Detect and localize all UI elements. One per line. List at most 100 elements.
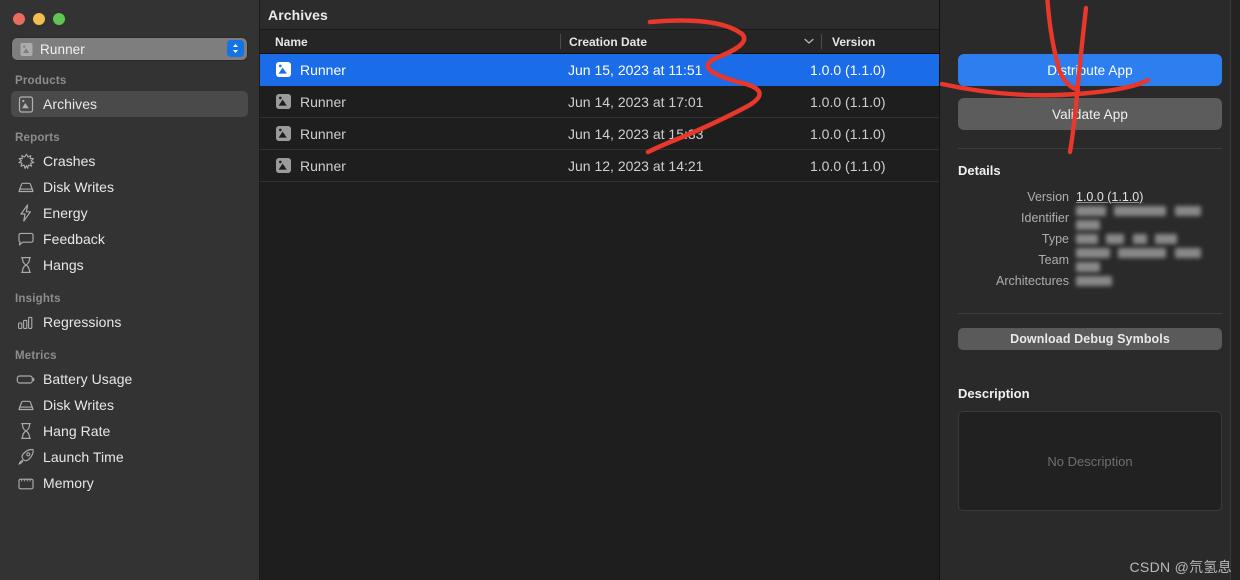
table-row[interactable]: Runner Jun 14, 2023 at 17:01 1.0.0 (1.1.…: [260, 86, 939, 118]
redaction-block: [1114, 206, 1167, 217]
battery-icon: [16, 370, 36, 388]
sidebar-item-label: Energy: [43, 205, 88, 221]
chevron-down-icon[interactable]: [801, 38, 817, 45]
inspector-panel: Distribute App Validate App Details Vers…: [940, 0, 1240, 580]
archive-document-icon: [275, 157, 292, 174]
window-traffic-lights: [0, 0, 259, 30]
sidebar-group-title-products: Products: [15, 75, 67, 87]
page-title: Archives: [268, 6, 328, 23]
memory-chip-icon: [16, 474, 36, 492]
cell-name: Runner: [260, 61, 560, 78]
archives-pane: Archives Name Creation Date Version Runn…: [260, 0, 940, 580]
table-row[interactable]: Runner Jun 12, 2023 at 14:21 1.0.0 (1.1.…: [260, 150, 939, 182]
archive-document-icon: [275, 93, 292, 110]
sidebar-item-feedback[interactable]: Feedback: [11, 226, 248, 252]
detail-key: Type: [1041, 231, 1069, 246]
cell-creation-date: Jun 14, 2023 at 15:33: [568, 125, 704, 142]
sidebar-item-label: Regressions: [43, 314, 122, 330]
sidebar-group-title-reports: Reports: [15, 132, 60, 144]
disk-icon: [16, 178, 36, 196]
description-placeholder: No Description: [1047, 453, 1133, 469]
redaction-block: [1076, 262, 1100, 273]
detail-key: Architectures: [996, 273, 1069, 288]
detail-key: Version: [1027, 189, 1069, 204]
sidebar-item-label: Launch Time: [43, 449, 124, 465]
details-list: Version 1.0.0 (1.1.0) Identifier Type Te…: [958, 186, 1222, 291]
updown-chevron-icon[interactable]: [227, 40, 244, 57]
column-header-creation-date[interactable]: Creation Date: [561, 30, 801, 54]
detail-key: Identifier: [1021, 210, 1069, 225]
description-textarea[interactable]: No Description: [958, 411, 1222, 511]
sidebar-item-energy[interactable]: Energy: [11, 200, 248, 226]
sidebar-item-label: Disk Writes: [43, 397, 115, 413]
table-row[interactable]: Runner Jun 14, 2023 at 15:33 1.0.0 (1.1.…: [260, 118, 939, 150]
sidebar-item-regressions[interactable]: Regressions: [11, 309, 248, 335]
sidebar-item-hang-rate[interactable]: Hang Rate: [11, 418, 248, 444]
redaction-block: [1076, 220, 1100, 231]
detail-value-redacted: [1076, 204, 1222, 232]
archive-name: Runner: [300, 93, 346, 110]
column-header-version[interactable]: Version: [822, 30, 939, 54]
description-heading: Description: [958, 386, 1030, 401]
sidebar-item-archives[interactable]: Archives: [11, 91, 248, 117]
cell-name: Runner: [260, 157, 560, 174]
detail-value[interactable]: 1.0.0 (1.1.0): [1076, 190, 1143, 204]
sidebar-item-disk-writes-metric[interactable]: Disk Writes: [11, 392, 248, 418]
detail-value-redacted: [1076, 274, 1117, 288]
column-header-name[interactable]: Name: [260, 30, 560, 54]
sidebar-item-crashes[interactable]: Crashes: [11, 148, 248, 174]
redaction-block: [1174, 206, 1201, 217]
archive-document-icon: [275, 125, 292, 142]
cell-creation-date: Jun 15, 2023 at 11:51: [568, 61, 703, 78]
redaction-block: [1155, 234, 1178, 245]
sidebar-item-label: Memory: [43, 475, 94, 491]
sidebar: Runner Products Archives Reports Crashes…: [0, 0, 260, 580]
detail-value-redacted: [1076, 232, 1182, 246]
sidebar-item-battery-usage[interactable]: Battery Usage: [11, 366, 248, 392]
sidebar-item-disk-writes-report[interactable]: Disk Writes: [11, 174, 248, 200]
column-header-label: Name: [275, 34, 308, 49]
sidebar-item-memory[interactable]: Memory: [11, 470, 248, 496]
divider: [958, 313, 1222, 314]
sidebar-item-label: Hangs: [43, 257, 84, 273]
archive-document-icon: [16, 95, 36, 113]
redaction-block: [1076, 234, 1098, 245]
scheme-popup-button[interactable]: Runner: [12, 38, 247, 60]
archive-document-icon: [19, 42, 34, 57]
sidebar-item-label: Feedback: [43, 231, 105, 247]
pane-titlebar: Archives: [260, 0, 939, 30]
close-button[interactable]: [13, 12, 25, 25]
zoom-button[interactable]: [53, 12, 65, 25]
hourglass-icon: [16, 422, 36, 440]
sidebar-item-hangs[interactable]: Hangs: [11, 252, 248, 278]
table-row[interactable]: Runner Jun 15, 2023 at 11:51 1.0.0 (1.1.…: [260, 54, 939, 86]
sidebar-item-label: Crashes: [43, 153, 96, 169]
cell-name: Runner: [260, 125, 560, 142]
detail-row-identifier: Identifier: [958, 206, 1222, 231]
cell-version: 1.0.0 (1.1.0): [810, 157, 886, 174]
minimize-button[interactable]: [33, 12, 45, 25]
redaction-block: [1106, 234, 1125, 245]
sidebar-item-label: Battery Usage: [43, 371, 133, 387]
redaction-block: [1076, 206, 1106, 217]
archives-table-body: Runner Jun 15, 2023 at 11:51 1.0.0 (1.1.…: [260, 54, 939, 580]
redaction-block: [1174, 248, 1201, 259]
cell-version: 1.0.0 (1.1.0): [810, 61, 886, 78]
bar-chart-icon: [16, 313, 36, 331]
details-heading: Details: [958, 163, 1001, 178]
disk-icon: [16, 396, 36, 414]
download-debug-symbols-button[interactable]: Download Debug Symbols: [958, 328, 1222, 350]
validate-app-button[interactable]: Validate App: [958, 98, 1222, 130]
cell-name: Runner: [260, 93, 560, 110]
column-header-label: Creation Date: [569, 34, 648, 49]
xcode-organizer-window: Runner Products Archives Reports Crashes…: [0, 0, 1240, 580]
speech-bubble-icon: [16, 230, 36, 248]
table-header-row: Name Creation Date Version: [260, 30, 939, 54]
scheme-label: Runner: [40, 41, 85, 57]
distribute-app-button[interactable]: Distribute App: [958, 54, 1222, 86]
column-header-label: Version: [832, 34, 876, 49]
hourglass-icon: [16, 256, 36, 274]
sidebar-item-launch-time[interactable]: Launch Time: [11, 444, 248, 470]
watermark: CSDN @氘氢息: [1129, 559, 1232, 575]
cell-version: 1.0.0 (1.1.0): [810, 125, 886, 142]
